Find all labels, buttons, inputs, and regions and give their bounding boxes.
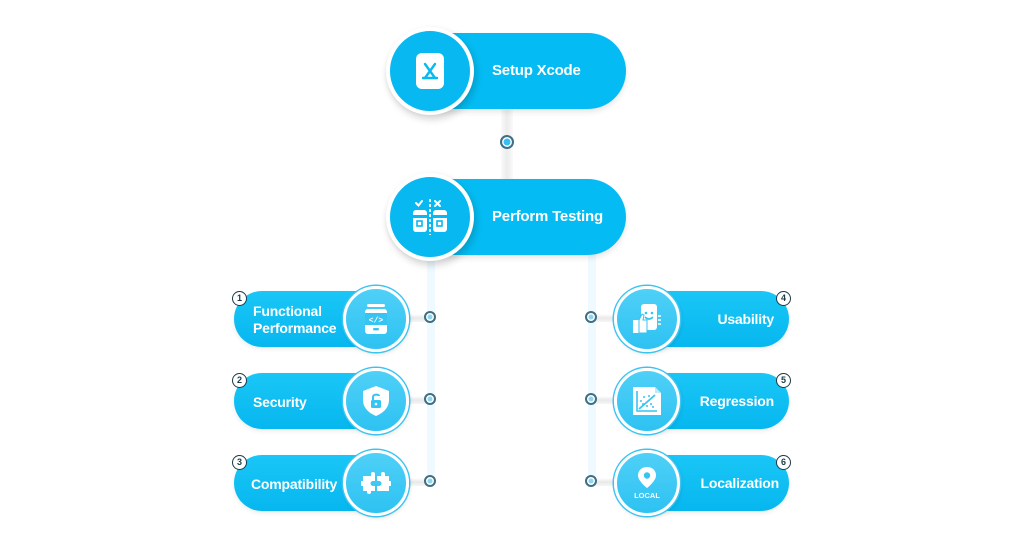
functional-performance-icon-circle: </> [343,286,409,352]
ab-test-compare-icon [413,199,447,235]
security-icon-circle [343,368,409,434]
number-badge: 1 [232,291,247,306]
app-store-xcode-icon [416,53,444,89]
location-pin-icon: LOCAL [634,467,660,499]
number-badge: 5 [776,373,791,388]
localization-icon-text: LOCAL [634,491,660,499]
step-perform-testing-icon-circle [386,173,474,261]
step-setup-xcode-icon-circle [386,27,474,115]
testing-type-label: Security [253,394,307,410]
usability-icon-circle [614,286,680,352]
connector-right-trunk [588,250,596,485]
regression-chart-icon [633,387,661,415]
phone-thumbs-up-icon [633,304,661,334]
number-badge: 2 [232,373,247,388]
mobile-code-icon: </> [365,304,387,334]
step-label: Setup Xcode [492,62,581,79]
testing-process-diagram: Setup Xcode Perform Testing Functional P… [0,0,1024,538]
svg-text:</>: </> [369,317,384,326]
connector-node [500,135,514,149]
connector-left-trunk [427,250,435,485]
localization-icon-circle: LOCAL [614,450,680,516]
connector-node-5 [585,393,597,405]
testing-type-label: Localization [700,475,780,491]
testing-type-label: Usability [717,311,774,327]
number-badge: 6 [776,455,791,470]
puzzle-pieces-icon [361,472,391,494]
testing-type-label: Regression [699,393,774,409]
connector-node-1 [424,311,436,323]
testing-type-label-line2: Performance [253,320,337,336]
testing-type-label-line1: Functional [253,303,322,319]
connector-node-4 [585,311,597,323]
number-badge: 3 [232,455,247,470]
connector-node-3 [424,475,436,487]
number-badge: 4 [776,291,791,306]
shield-unlock-icon [363,386,389,416]
step-label: Perform Testing [492,208,603,225]
regression-icon-circle [614,368,680,434]
testing-type-label: Compatibility [251,476,338,492]
connector-node-2 [424,393,436,405]
connector-node-6 [585,475,597,487]
compatibility-icon-circle [343,450,409,516]
